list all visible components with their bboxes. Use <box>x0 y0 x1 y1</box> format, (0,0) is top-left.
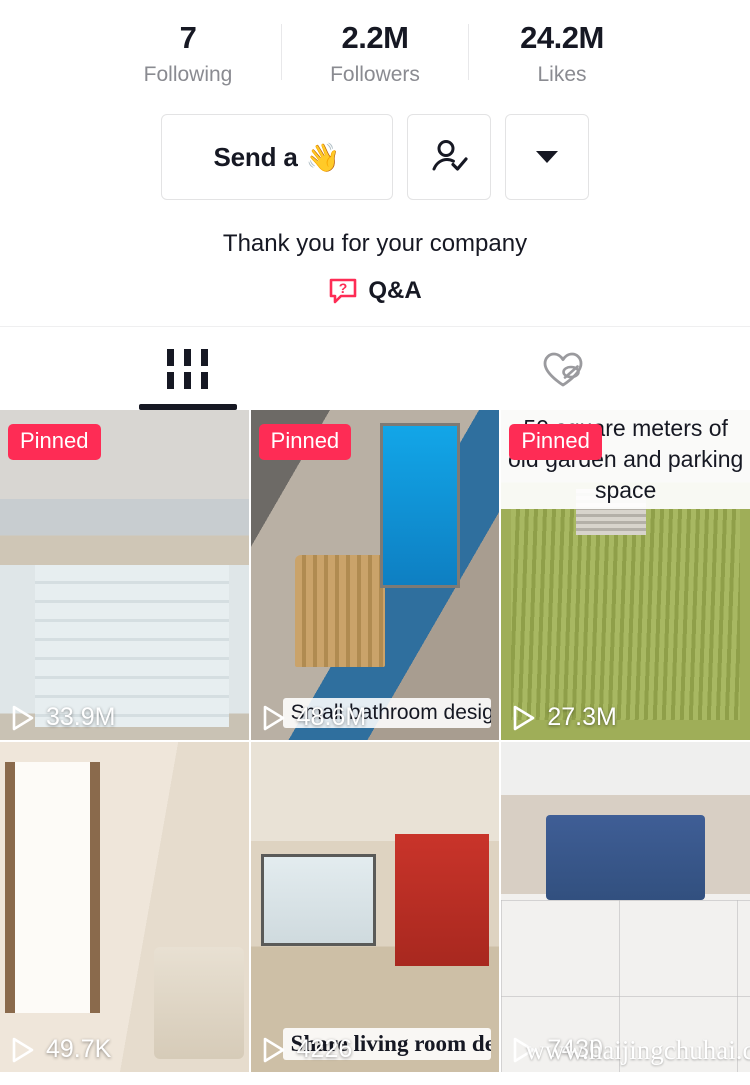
wave-hand-icon: 👋 <box>305 141 341 173</box>
view-count-row: 4226 <box>261 1035 353 1064</box>
play-icon <box>10 704 36 732</box>
person-check-icon <box>432 140 468 171</box>
site-watermark: www.haijingchuhai.com <box>525 1035 750 1065</box>
send-message-button[interactable]: Send a 👋 <box>161 114 393 200</box>
video-tile[interactable]: 7430 www.haijingchuhai.com <box>501 742 750 1072</box>
stat-likes[interactable]: 24.2M Likes <box>469 18 655 90</box>
pinned-badge: Pinned <box>258 424 352 460</box>
heart-slash-icon <box>543 352 582 386</box>
pinned-badge: Pinned <box>509 424 602 460</box>
qa-label: Q&A <box>368 277 422 304</box>
stat-followers[interactable]: 2.2M Followers <box>282 18 468 90</box>
chevron-down-icon <box>536 151 558 163</box>
following-label: Following <box>143 63 233 86</box>
play-icon <box>261 1036 287 1064</box>
video-thumbnail <box>250 742 500 1072</box>
view-count: 48.6M <box>296 703 367 731</box>
view-count-row: 49.7K <box>10 1035 111 1064</box>
tab-liked[interactable] <box>375 327 750 410</box>
view-count: 27.3M <box>547 703 617 731</box>
view-count-row: 27.3M <box>511 703 617 732</box>
video-tile[interactable]: 50 square meters of old garden and parki… <box>501 410 750 740</box>
play-icon <box>261 704 287 732</box>
profile-screen: 7 Following 2.2M Followers 24.2M Likes S… <box>0 0 750 1085</box>
action-buttons: Send a 👋 <box>0 114 750 200</box>
grid-icon <box>167 348 208 389</box>
play-icon <box>511 704 537 732</box>
likes-count: 24.2M <box>520 20 604 55</box>
view-count: 33.9M <box>46 703 116 731</box>
following-count: 7 <box>179 20 197 55</box>
more-options-button[interactable] <box>505 114 589 200</box>
view-count: 4226 <box>296 1035 353 1063</box>
play-icon <box>10 1036 36 1064</box>
followers-count: 2.2M <box>341 20 409 55</box>
video-thumbnail <box>501 742 750 1072</box>
question-bubble-icon: ? <box>330 278 357 304</box>
video-grid: Pinned 33.9M Pinned Small bathroom desig… <box>0 410 750 1072</box>
likes-label: Likes <box>537 63 587 86</box>
video-tile[interactable]: Pinned 33.9M <box>0 410 249 740</box>
stat-following[interactable]: 7 Following <box>95 18 281 90</box>
tab-videos[interactable] <box>0 327 375 410</box>
video-tile[interactable]: 4226 Share living room design <box>250 742 500 1072</box>
view-count-row: 48.6M <box>261 703 366 732</box>
following-status-button[interactable] <box>407 114 491 200</box>
video-tile[interactable]: Pinned Small bathroom design 48.6M <box>250 410 500 740</box>
profile-tabs <box>0 326 750 410</box>
qa-link[interactable]: ? Q&A <box>0 276 750 306</box>
send-message-label: Send a <box>213 141 298 172</box>
profile-bio: Thank you for your company <box>222 230 528 257</box>
stats-row: 7 Following 2.2M Followers 24.2M Likes <box>0 0 750 110</box>
pinned-badge: Pinned <box>8 424 101 460</box>
video-tile[interactable]: 49.7K <box>0 742 249 1072</box>
view-count-row: 33.9M <box>10 703 115 732</box>
video-thumbnail <box>0 742 249 1072</box>
followers-label: Followers <box>330 63 420 86</box>
view-count: 49.7K <box>46 1035 112 1063</box>
svg-text:?: ? <box>339 280 348 296</box>
